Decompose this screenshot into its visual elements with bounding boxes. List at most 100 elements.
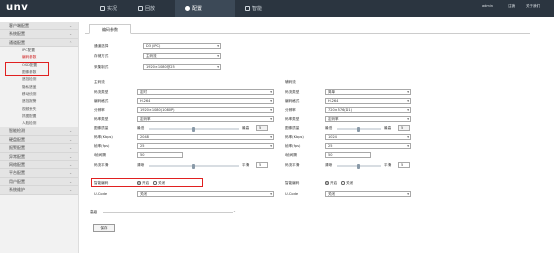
dropdown-arrow-icon: ▾ <box>270 135 272 139</box>
main-resolution-select[interactable]: 1920×1080(1080P) ▾ <box>137 107 274 113</box>
highlight-box-smart-encoding <box>91 178 203 187</box>
sub-smooth-low: 清晰 <box>325 163 333 167</box>
chevron-down-icon: ⌄ <box>69 137 72 142</box>
sub-smart-on-radio[interactable] <box>325 181 329 185</box>
sidebar-group-exception[interactable]: 异常配置 ⌄ <box>0 152 78 161</box>
sidebar-item-tamper-alarm[interactable]: 遮挡报警 <box>0 98 78 105</box>
main-smooth-value[interactable]: 5 <box>256 162 268 168</box>
slider-handle[interactable] <box>357 126 360 132</box>
sidebar-group-client[interactable]: 客户端配置 ⌄ <box>0 22 78 31</box>
main-iframe-input[interactable]: 50 <box>137 152 183 158</box>
main-bitrate-label: 码率(Kbps) <box>94 135 113 139</box>
live-icon <box>100 6 105 11</box>
sub-ucode-label: U-Code <box>285 192 299 196</box>
main-panel: 编码参数 通道选择 D3 (IPC) ▾ 存储方式 主码流 ▾ 采集制式 1920×… <box>85 22 554 253</box>
sidebar-item-snapshot[interactable]: 抓图配置 <box>0 113 78 120</box>
chevron-down-icon: ⌄ <box>69 171 72 176</box>
sub-quality-low: 最低 <box>325 126 333 130</box>
sub-bitrate-type-label: 码率类型 <box>285 117 300 121</box>
save-button[interactable]: 保存 <box>93 224 115 232</box>
sub-smart-off-radio[interactable] <box>341 181 345 185</box>
capture-label: 采集制式 <box>94 65 109 69</box>
sidebar-item-privacy[interactable]: 隐私遮盖 <box>0 84 78 91</box>
main-fps-label: 帧率(fps) <box>94 144 110 148</box>
sidebar-item-motion[interactable]: 移动侦测 <box>0 91 78 98</box>
channel-label: 通道选择 <box>94 44 109 48</box>
main-resolution-label: 分辨率 <box>94 108 105 112</box>
chevron-down-icon: ⌄ <box>69 129 72 134</box>
channel-select[interactable]: D3 (IPC) ▾ <box>143 43 221 49</box>
about-link[interactable]: 关于我们 <box>526 4 540 9</box>
dropdown-arrow-icon: ▾ <box>217 54 219 58</box>
main-smooth-slider[interactable] <box>149 163 239 169</box>
sub-smooth-value[interactable]: 5 <box>398 162 410 168</box>
sidebar-item-ipc[interactable]: IPC配置 <box>0 47 78 54</box>
sub-iframe-input[interactable]: 50 <box>325 152 371 158</box>
slider-handle[interactable] <box>357 163 360 169</box>
smart-icon <box>245 6 250 11</box>
nav-config[interactable]: 配置 <box>185 5 202 12</box>
main-stream-type-label: 码流类型 <box>94 90 109 94</box>
dropdown-arrow-icon: ▾ <box>270 108 272 112</box>
sidebar-group-channel[interactable]: 通道配置 ⌃ <box>0 38 78 48</box>
storage-select[interactable]: 主码流 ▾ <box>143 53 221 59</box>
nav-smart[interactable]: 智能 <box>245 5 262 12</box>
chevron-down-icon: ⌄ <box>69 188 72 193</box>
advanced-divider <box>103 212 233 213</box>
slider-handle[interactable] <box>192 126 195 132</box>
sidebar-group-platform[interactable]: 平台配置 ⌄ <box>0 169 78 178</box>
tab-encoding[interactable]: 编码参数 <box>89 24 131 34</box>
main-fps-select[interactable]: 25 ▾ <box>137 143 274 149</box>
advanced-toggle[interactable]: 高级 <box>90 210 97 215</box>
highlight-box-encoding-item <box>5 62 49 76</box>
main-quality-high: 最高 <box>242 126 250 130</box>
sub-stream-type-select[interactable]: 简单 ▾ <box>325 89 411 95</box>
dropdown-arrow-icon: ▾ <box>407 108 409 112</box>
main-quality-slider[interactable] <box>149 126 239 132</box>
main-bitrate-type-select[interactable]: 定码率 ▾ <box>137 116 274 122</box>
logo: unv <box>6 2 29 13</box>
sub-quality-slider[interactable] <box>337 126 381 132</box>
dropdown-arrow-icon: ▾ <box>407 135 409 139</box>
sidebar-group-system[interactable]: 系统配置 ⌄ <box>0 30 78 39</box>
sidebar-group-alarm[interactable]: 报警配置 ⌄ <box>0 144 78 153</box>
sidebar-item-encoding[interactable]: 编码参数 <box>0 54 78 61</box>
sub-smart-on-label: 开启 <box>330 180 338 185</box>
sub-encoding-select[interactable]: H.264 ▾ <box>325 98 411 104</box>
dropdown-arrow-icon: ▾ <box>407 192 409 196</box>
main-ucode-label: U-Code <box>94 192 108 196</box>
sidebar-group-disk[interactable]: 硬盘配置 ⌄ <box>0 135 78 145</box>
dropdown-arrow-icon: ▾ <box>217 44 219 48</box>
nav-live[interactable]: 实况 <box>100 5 117 12</box>
sub-smart-label: 智能编码 <box>285 181 300 185</box>
main-bitrate-select[interactable]: 2048 ▾ <box>137 134 274 140</box>
sidebar-group-maintenance[interactable]: 系统维护 ⌄ <box>0 186 78 195</box>
sub-smooth-slider[interactable] <box>337 163 381 169</box>
sidebar-group-user[interactable]: 用户配置 ⌄ <box>0 177 78 187</box>
chevron-down-icon: ⌄ <box>69 32 72 37</box>
capture-select[interactable]: 1920×1080@25 ▾ <box>143 64 221 70</box>
dropdown-arrow-icon: ▾ <box>270 144 272 148</box>
sidebar: 客户端配置 ⌄ 系统配置 ⌄ 通道配置 ⌃ IPC配置 编码参数 OSD配置 图像参数… <box>0 22 79 253</box>
sidebar-item-tamper[interactable]: 遮挡检测 <box>0 76 78 83</box>
sidebar-group-smart[interactable]: 智能检测 ⌄ <box>0 127 78 136</box>
logout-link[interactable]: 注销 <box>508 4 515 9</box>
sidebar-item-face[interactable]: 人脸检测 <box>0 120 78 127</box>
chevron-down-icon[interactable]: ⌄ <box>233 209 236 213</box>
tab-bar: 编码参数 <box>85 23 530 34</box>
dropdown-arrow-icon: ▾ <box>217 65 219 69</box>
sub-bitrate-type-select[interactable]: 定码率 ▾ <box>325 116 411 122</box>
sub-resolution-select[interactable]: 720×576(D1) ▾ <box>325 107 411 113</box>
sub-stream-header: 辅码流 <box>285 80 296 84</box>
sidebar-group-network[interactable]: 网络配置 ⌄ <box>0 161 78 170</box>
sub-fps-select[interactable]: 25 ▾ <box>325 143 411 149</box>
nav-playback[interactable]: 回放 <box>138 5 155 12</box>
chevron-down-icon: ⌄ <box>69 163 72 167</box>
slider-handle[interactable] <box>192 163 195 169</box>
sidebar-item-video-loss[interactable]: 视频丢失 <box>0 106 78 113</box>
sub-ucode-select[interactable]: 关闭 ▾ <box>325 191 411 197</box>
sub-bitrate-select[interactable]: 1024 ▾ <box>325 134 411 140</box>
main-encoding-select[interactable]: H.264 ▾ <box>137 98 274 104</box>
main-ucode-select[interactable]: 关闭 ▾ <box>137 191 274 197</box>
main-stream-type-select[interactable]: 定时 ▾ <box>137 89 274 95</box>
